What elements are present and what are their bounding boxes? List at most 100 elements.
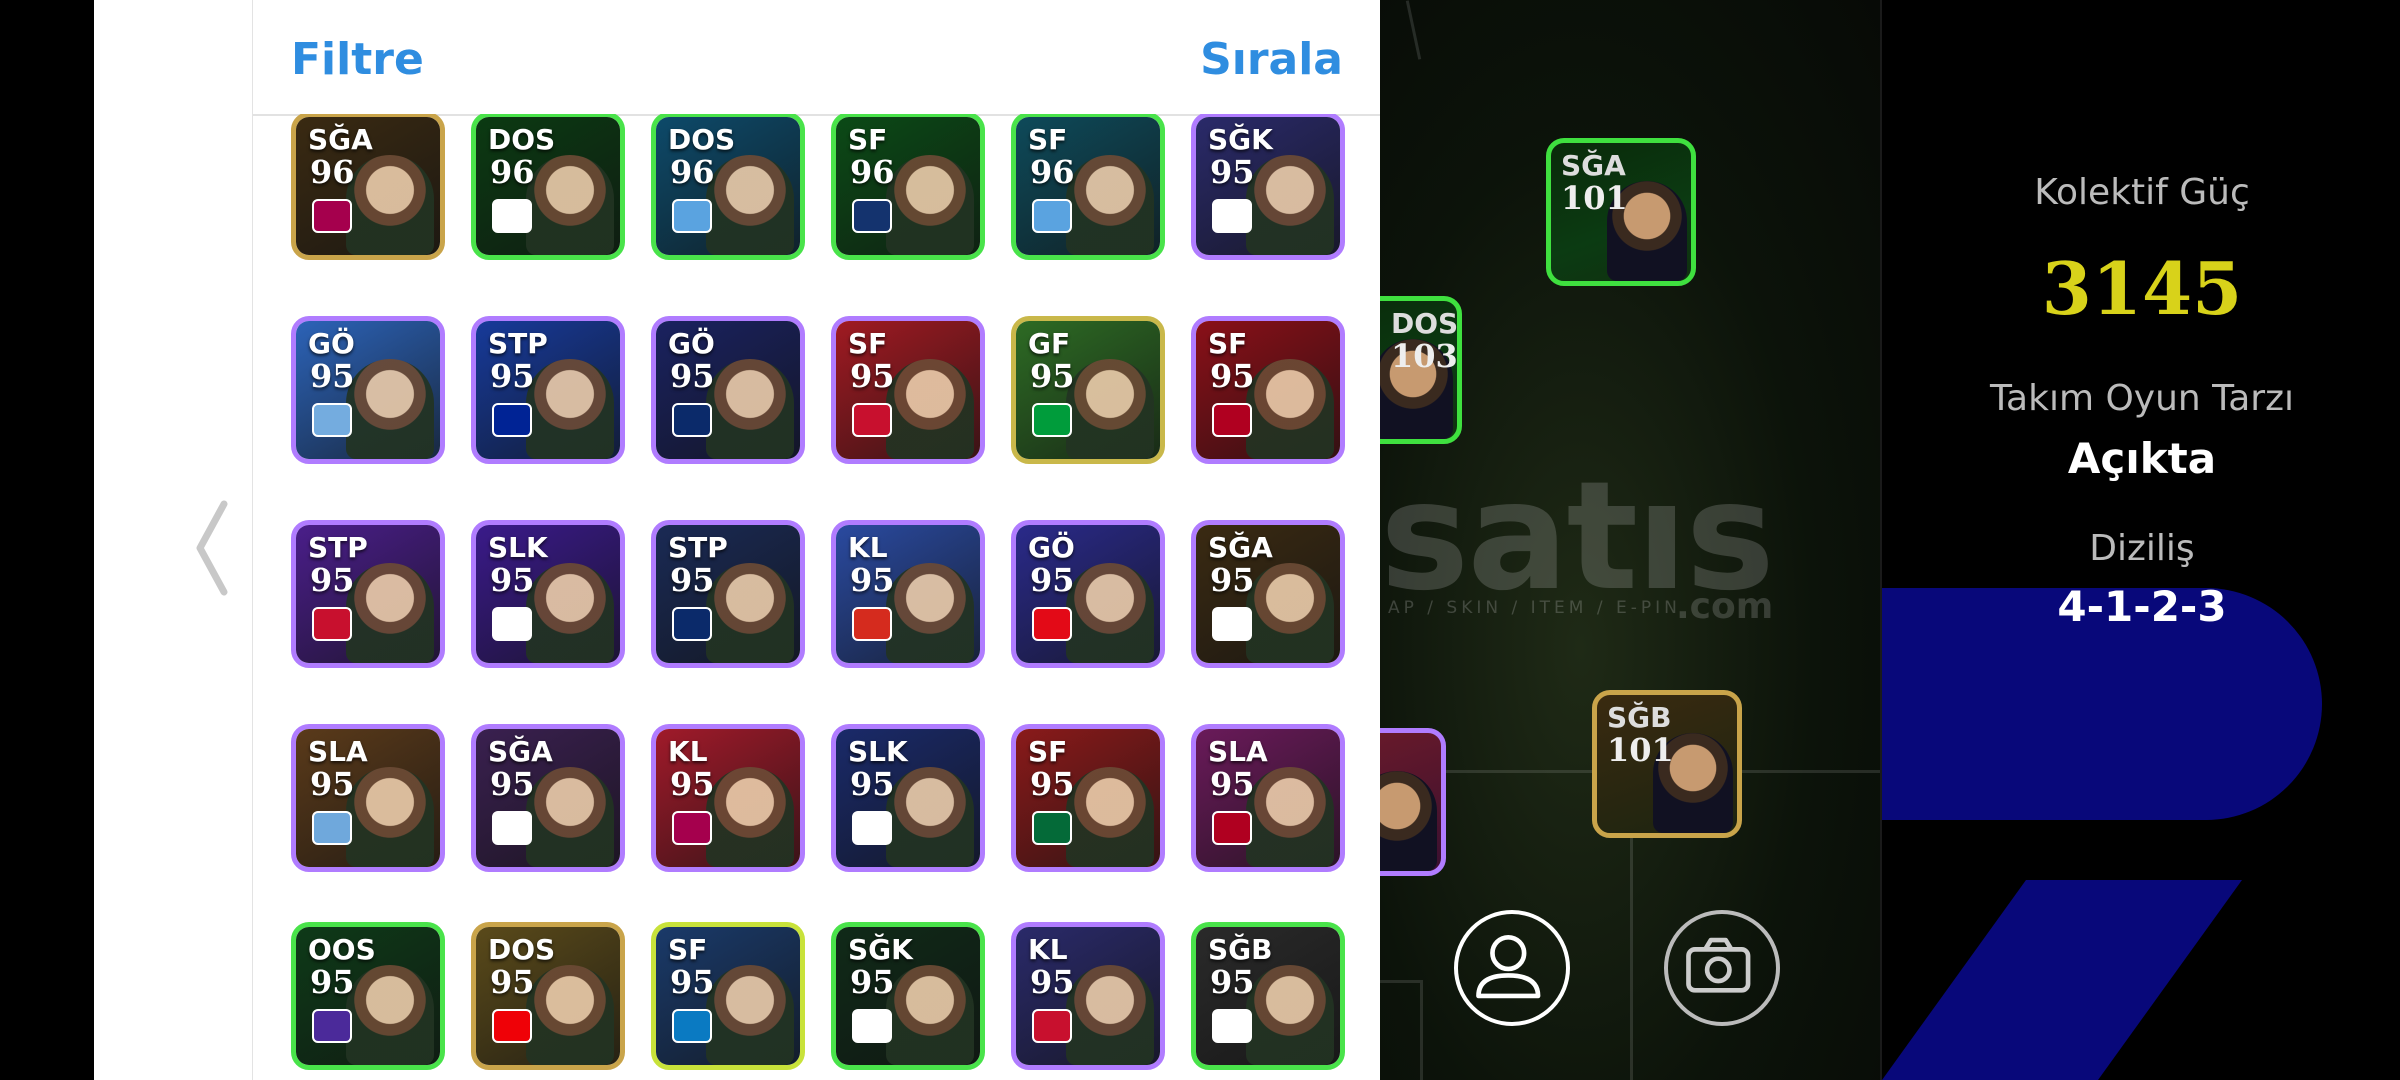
sort-button[interactable]: Sırala xyxy=(1200,34,1343,85)
player-rating: 96 xyxy=(1030,153,1075,191)
player-card[interactable]: STP 95 xyxy=(651,520,805,668)
player-card[interactable]: GF 95 xyxy=(1011,316,1165,464)
player-card[interactable]: SĞK 95 xyxy=(831,922,985,1070)
decorative-blue-slash xyxy=(1882,880,2242,1080)
player-position: SF xyxy=(1028,123,1068,156)
pitch-player-card[interactable]: SĞA 101 xyxy=(1546,138,1696,286)
club-badge-icon xyxy=(672,403,712,437)
pitch-player-card[interactable]: SĞB 101 xyxy=(1592,690,1742,838)
player-portrait xyxy=(346,563,434,663)
player-card[interactable]: SĞK 95 xyxy=(1191,114,1345,260)
player-card[interactable]: KL 95 xyxy=(1011,922,1165,1070)
player-card[interactable]: DOS 96 xyxy=(651,114,805,260)
player-rating: 101 xyxy=(1561,179,1628,217)
player-rating: 95 xyxy=(1210,765,1255,803)
player-card[interactable]: GÖ 95 xyxy=(291,316,445,464)
player-portrait xyxy=(706,359,794,459)
player-card[interactable]: SLA 95 xyxy=(291,724,445,872)
player-portrait xyxy=(526,767,614,867)
club-badge-icon xyxy=(492,607,532,641)
player-rating: 96 xyxy=(850,153,895,191)
formation-value: 4-1-2-3 xyxy=(2057,582,2227,631)
player-card[interactable]: DOS 95 xyxy=(471,922,625,1070)
player-card[interactable]: SF 96 xyxy=(831,114,985,260)
filter-button[interactable]: Filtre xyxy=(291,34,424,85)
player-rating: 95 xyxy=(490,963,535,1001)
player-rating: 95 xyxy=(1210,963,1255,1001)
club-badge-icon xyxy=(1032,199,1072,233)
pitch-player-card[interactable] xyxy=(1380,728,1446,876)
player-position: SF xyxy=(1208,327,1248,360)
player-card[interactable]: STP 95 xyxy=(291,520,445,668)
player-rating: 95 xyxy=(490,765,535,803)
player-card[interactable]: GÖ 95 xyxy=(1011,520,1165,668)
player-rating: 101 xyxy=(1607,731,1674,769)
pitch-player-card[interactable]: DOS 103 xyxy=(1380,296,1462,444)
player-card[interactable]: SLK 95 xyxy=(471,520,625,668)
player-card[interactable]: GÖ 95 xyxy=(651,316,805,464)
player-portrait xyxy=(886,767,974,867)
player-card[interactable]: SĞA 96 xyxy=(291,114,445,260)
player-card[interactable]: KL 95 xyxy=(831,520,985,668)
club-badge-icon xyxy=(1212,811,1252,845)
player-portrait xyxy=(706,767,794,867)
player-card[interactable]: SLA 95 xyxy=(1191,724,1345,872)
player-card-grid[interactable]: SĞA 96 DOS 96 DOS 96 SF 96 SF 96 SĞK 95 GÖ 95 STP 95 GÖ 9… xyxy=(253,114,1381,1080)
player-rating: 96 xyxy=(490,153,535,191)
player-position: STP xyxy=(308,531,368,564)
camera-button[interactable] xyxy=(1664,910,1780,1026)
player-position: GÖ xyxy=(308,327,355,360)
player-position: OOS xyxy=(308,933,376,966)
player-card[interactable]: DOS 96 xyxy=(471,114,625,260)
back-chevron-icon[interactable] xyxy=(190,498,234,598)
player-portrait xyxy=(1246,965,1334,1065)
player-rating: 95 xyxy=(1210,153,1255,191)
player-position: SĞK xyxy=(848,933,913,966)
club-badge-icon xyxy=(1032,1009,1072,1043)
player-card[interactable]: KL 95 xyxy=(651,724,805,872)
player-portrait xyxy=(706,155,794,255)
team-stats-panel: Kolektif Güç 3145 Takım Oyun Tarzı Açıkt… xyxy=(1880,0,2400,1080)
player-portrait xyxy=(526,359,614,459)
player-card[interactable]: SĞA 95 xyxy=(471,724,625,872)
club-badge-icon xyxy=(852,811,892,845)
player-position: DOS xyxy=(488,123,556,156)
player-position: SĞA xyxy=(1561,149,1626,182)
club-badge-icon xyxy=(312,199,352,233)
player-position: SLK xyxy=(488,531,548,564)
player-card[interactable]: SĞA 95 xyxy=(1191,520,1345,668)
club-badge-icon xyxy=(312,811,352,845)
club-badge-icon xyxy=(492,403,532,437)
player-position: SF xyxy=(848,327,888,360)
player-portrait xyxy=(1066,563,1154,663)
player-position: STP xyxy=(488,327,548,360)
club-badge-icon xyxy=(852,403,892,437)
player-rating: 95 xyxy=(850,561,895,599)
player-card[interactable]: STP 95 xyxy=(471,316,625,464)
player-position: GÖ xyxy=(1028,531,1075,564)
player-card[interactable]: OOS 95 xyxy=(291,922,445,1070)
player-card[interactable]: SF 96 xyxy=(1011,114,1165,260)
player-rating: 95 xyxy=(310,561,355,599)
club-badge-icon xyxy=(1212,199,1252,233)
player-portrait xyxy=(1246,359,1334,459)
player-portrait xyxy=(346,965,434,1065)
club-badge-icon xyxy=(672,1009,712,1043)
player-position: SĞA xyxy=(1208,531,1273,564)
player-card[interactable]: SLK 95 xyxy=(831,724,985,872)
club-badge-icon xyxy=(312,607,352,641)
player-card[interactable]: SF 95 xyxy=(651,922,805,1070)
watermark-subtext: AP / SKIN / ITEM / E-PIN xyxy=(1388,598,1681,618)
player-card[interactable]: SF 95 xyxy=(1011,724,1165,872)
player-card[interactable]: SĞB 95 xyxy=(1191,922,1345,1070)
player-card[interactable]: SF 95 xyxy=(1191,316,1345,464)
player-position: DOS xyxy=(488,933,556,966)
player-card[interactable]: SF 95 xyxy=(831,316,985,464)
player-portrait xyxy=(886,563,974,663)
player-profile-button[interactable] xyxy=(1454,910,1570,1026)
player-rating: 95 xyxy=(310,357,355,395)
player-rating: 95 xyxy=(850,357,895,395)
player-position: SĞK xyxy=(1208,123,1273,156)
club-badge-icon xyxy=(1032,607,1072,641)
club-badge-icon xyxy=(312,1009,352,1043)
